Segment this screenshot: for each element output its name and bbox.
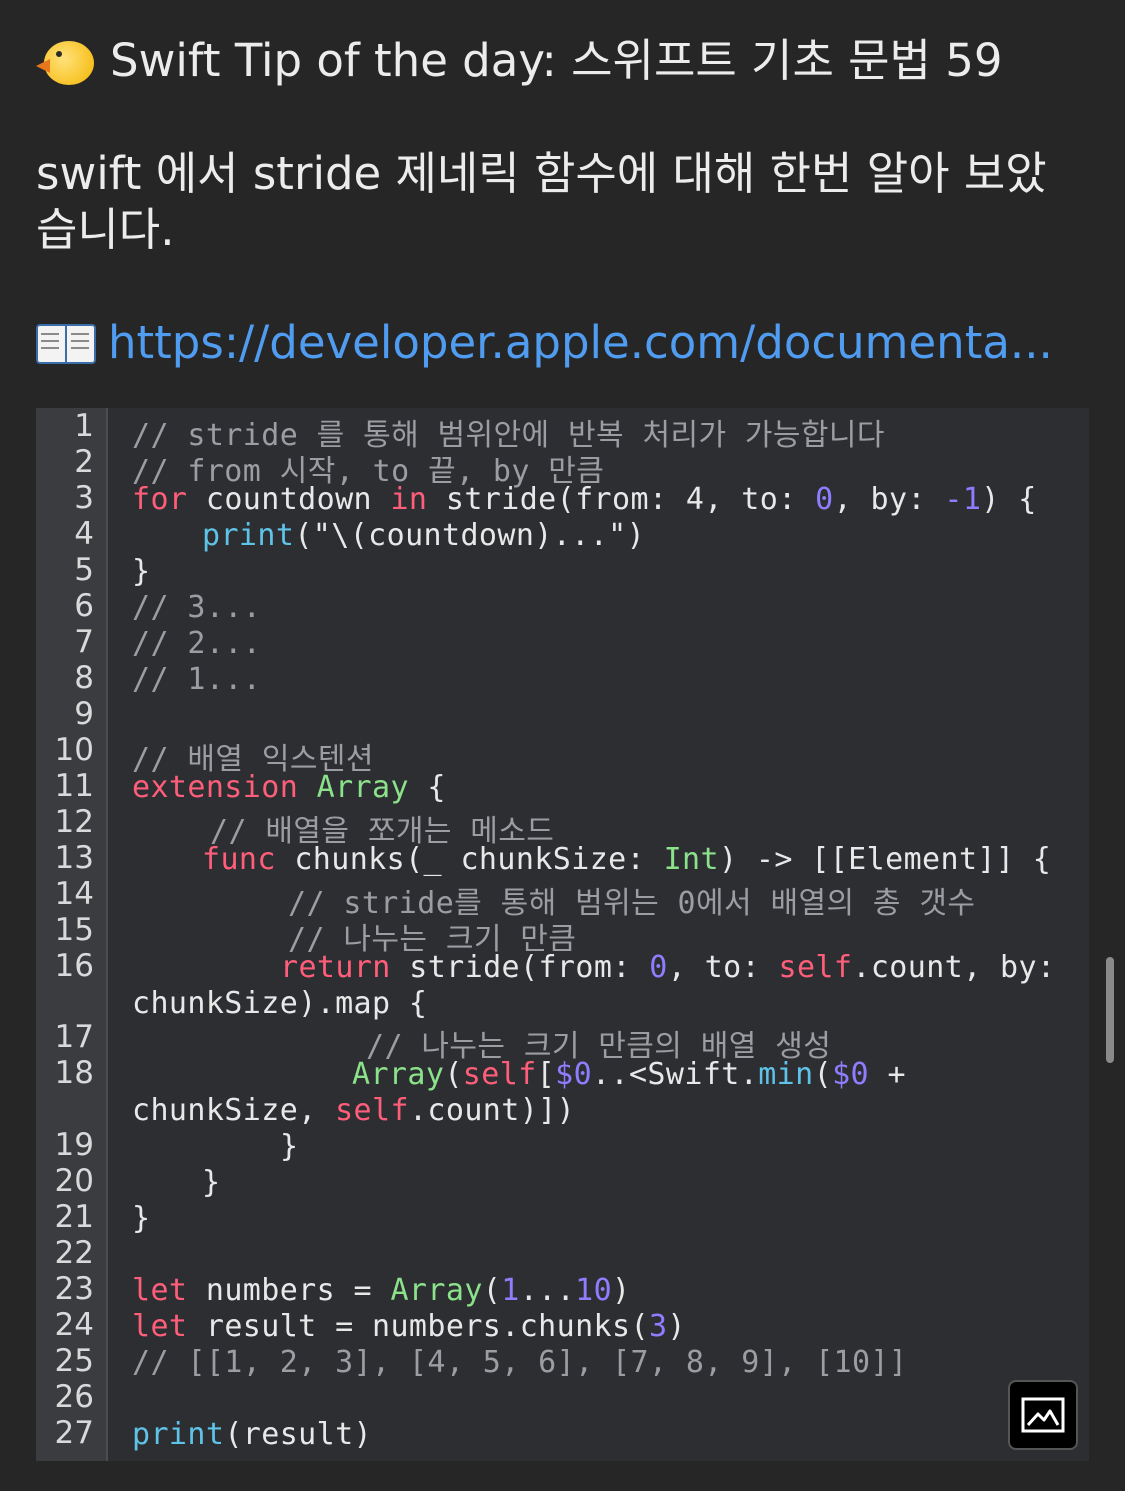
line-number: 6 bbox=[74, 588, 94, 624]
line-number: 13 bbox=[54, 840, 94, 876]
code-line: return stride(from: 0, to: self.count, b… bbox=[280, 950, 1056, 985]
line-number: 27 bbox=[54, 1415, 94, 1451]
code-line: // 3... bbox=[132, 590, 262, 625]
line-number: 22 bbox=[54, 1235, 94, 1271]
line-number: 25 bbox=[54, 1343, 94, 1379]
code-line: // [[1, 2, 3], [4, 5, 6], [7, 8, 9], [10… bbox=[132, 1345, 908, 1380]
code-line: let numbers = Array(1...10) bbox=[132, 1273, 631, 1308]
line-number: 2 bbox=[74, 444, 94, 480]
code-line: Array(self[$0..<Swift.min($0 + bbox=[352, 1057, 906, 1092]
code-line: extension Array { bbox=[132, 770, 446, 805]
documentation-link[interactable]: https://developer.apple.com/documenta... bbox=[108, 312, 1053, 374]
code-line: // 1... bbox=[132, 662, 262, 697]
code-screenshot[interactable]: 1 2 3 4 5 6 7 8 9 10 11 12 13 14 15 16 1… bbox=[36, 408, 1089, 1461]
code-line: } bbox=[202, 1165, 221, 1200]
code-line: } bbox=[280, 1129, 299, 1164]
line-number: 8 bbox=[74, 660, 94, 696]
scrollbar[interactable] bbox=[1106, 957, 1114, 1063]
line-number: 7 bbox=[74, 624, 94, 660]
post-description: swift 에서 stride 제네릭 함수에 대해 한번 알아 보았습니다. bbox=[36, 147, 1047, 256]
line-number: 10 bbox=[54, 732, 94, 768]
line-number: 9 bbox=[74, 696, 94, 732]
line-number: 12 bbox=[54, 804, 94, 840]
line-number: 16 bbox=[54, 948, 94, 984]
line-number: 1 bbox=[74, 408, 94, 444]
post-title: Swift Tip of the day: 스위프트 기초 문법 59 bbox=[110, 34, 1003, 87]
line-number: 19 bbox=[54, 1127, 94, 1163]
book-icon bbox=[36, 320, 96, 366]
line-number: 4 bbox=[74, 516, 94, 552]
code-line: // 2... bbox=[132, 626, 262, 661]
line-number: 14 bbox=[54, 876, 94, 912]
code-line: func chunks(_ chunkSize: Int) -> [[Eleme… bbox=[202, 842, 1052, 877]
image-view-button[interactable] bbox=[1008, 1380, 1078, 1450]
line-number: 18 bbox=[54, 1055, 94, 1091]
code-line: for countdown in stride(from: 4, to: 0, … bbox=[132, 482, 1037, 517]
code-line: chunkSize, self.count)]) bbox=[132, 1093, 576, 1128]
line-number: 23 bbox=[54, 1271, 94, 1307]
code-line: chunkSize).map { bbox=[132, 986, 428, 1021]
line-number: 17 bbox=[54, 1019, 94, 1055]
chick-icon bbox=[36, 35, 96, 87]
code-line: let result = numbers.chunks(3) bbox=[132, 1309, 686, 1344]
code-line: print("\(countdown)...") bbox=[202, 518, 646, 553]
line-number: 15 bbox=[54, 912, 94, 948]
line-number: 21 bbox=[54, 1199, 94, 1235]
line-number: 20 bbox=[54, 1163, 94, 1199]
link-row[interactable]: https://developer.apple.com/documenta... bbox=[36, 312, 1053, 374]
image-icon bbox=[1021, 1397, 1065, 1433]
line-number: 26 bbox=[54, 1379, 94, 1415]
line-number: 5 bbox=[74, 552, 94, 588]
post-title-row: Swift Tip of the day: 스위프트 기초 문법 59 bbox=[36, 30, 1003, 92]
line-number: 11 bbox=[54, 768, 94, 804]
code-line: } bbox=[132, 554, 151, 589]
code-line: print(result) bbox=[132, 1417, 373, 1452]
line-number: 24 bbox=[54, 1307, 94, 1343]
line-number: 3 bbox=[74, 480, 94, 516]
code-line: } bbox=[132, 1201, 151, 1236]
